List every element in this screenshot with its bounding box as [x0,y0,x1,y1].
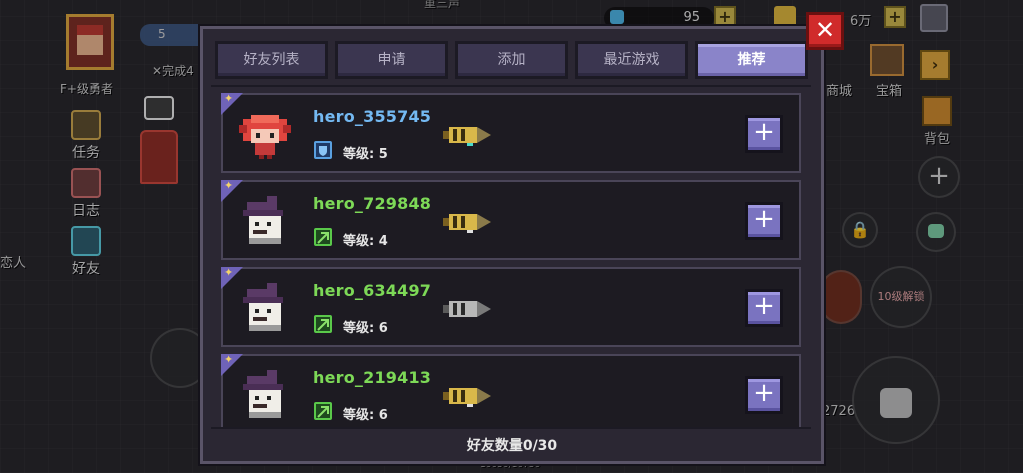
bow-class-icon [314,228,332,246]
tab-recent-games[interactable]: 最近游戏 [575,41,688,79]
close-icon: ✕ [814,16,836,44]
shield-class-icon [314,141,332,159]
list-item: ✦ hero_355745 等级: 5 + [221,92,801,173]
weapon-icon [443,301,491,317]
friend-name: hero_634497 [313,281,432,300]
star-icon: ✦ [224,92,234,105]
list-item: ✦ hero_219413 等级: 6 + [221,353,801,428]
friend-level: 等级: 6 [343,321,388,336]
friend-level: 等级: 4 [343,234,388,249]
add-friend-button[interactable]: + [745,289,783,327]
hero-avatar-icon [243,283,283,331]
tab-add[interactable]: 添加 [455,41,568,79]
friend-name: hero_729848 [313,194,432,213]
hero-avatar-icon [239,115,291,159]
tabs-divider [211,85,811,87]
weapon-icon [443,127,491,146]
bow-class-icon [314,315,332,333]
star-icon: ✦ [224,353,234,366]
friend-level: 等级: 6 [343,408,388,423]
star-icon: ✦ [224,266,234,279]
footer-divider [211,427,811,429]
add-friend-button[interactable]: + [745,115,783,153]
friend-name: hero_219413 [313,368,432,387]
friends-dialog: 好友列表 申请 添加 最近游戏 推荐 ✦ hero_355745 等级: 5 +… [200,26,824,464]
bow-class-icon [314,402,332,420]
star-icon: ✦ [224,179,234,192]
tab-recommended[interactable]: 推荐 [695,41,808,79]
friend-name: hero_355745 [313,107,432,126]
friend-level: 等级: 5 [343,147,388,162]
list-item: ✦ hero_634497 等级: 6 + [221,266,801,347]
add-friend-button[interactable]: + [745,376,783,414]
tab-friend-list[interactable]: 好友列表 [215,41,328,79]
hero-avatar-icon [243,370,283,418]
tab-requests[interactable]: 申请 [335,41,448,79]
add-friend-button[interactable]: + [745,202,783,240]
game-screen: 重三声 F+级勇者 5 ✕完成4 任务 日志 好友 恋人 95 + 6万 + 商… [0,0,1023,473]
friend-count: 好友数量0/30 [466,438,558,454]
weapon-icon [443,214,491,233]
list-item: ✦ hero_729848 等级: 4 + [221,179,801,260]
hero-avatar-icon [243,196,283,244]
close-button[interactable]: ✕ [806,12,844,50]
weapon-icon [443,388,491,407]
